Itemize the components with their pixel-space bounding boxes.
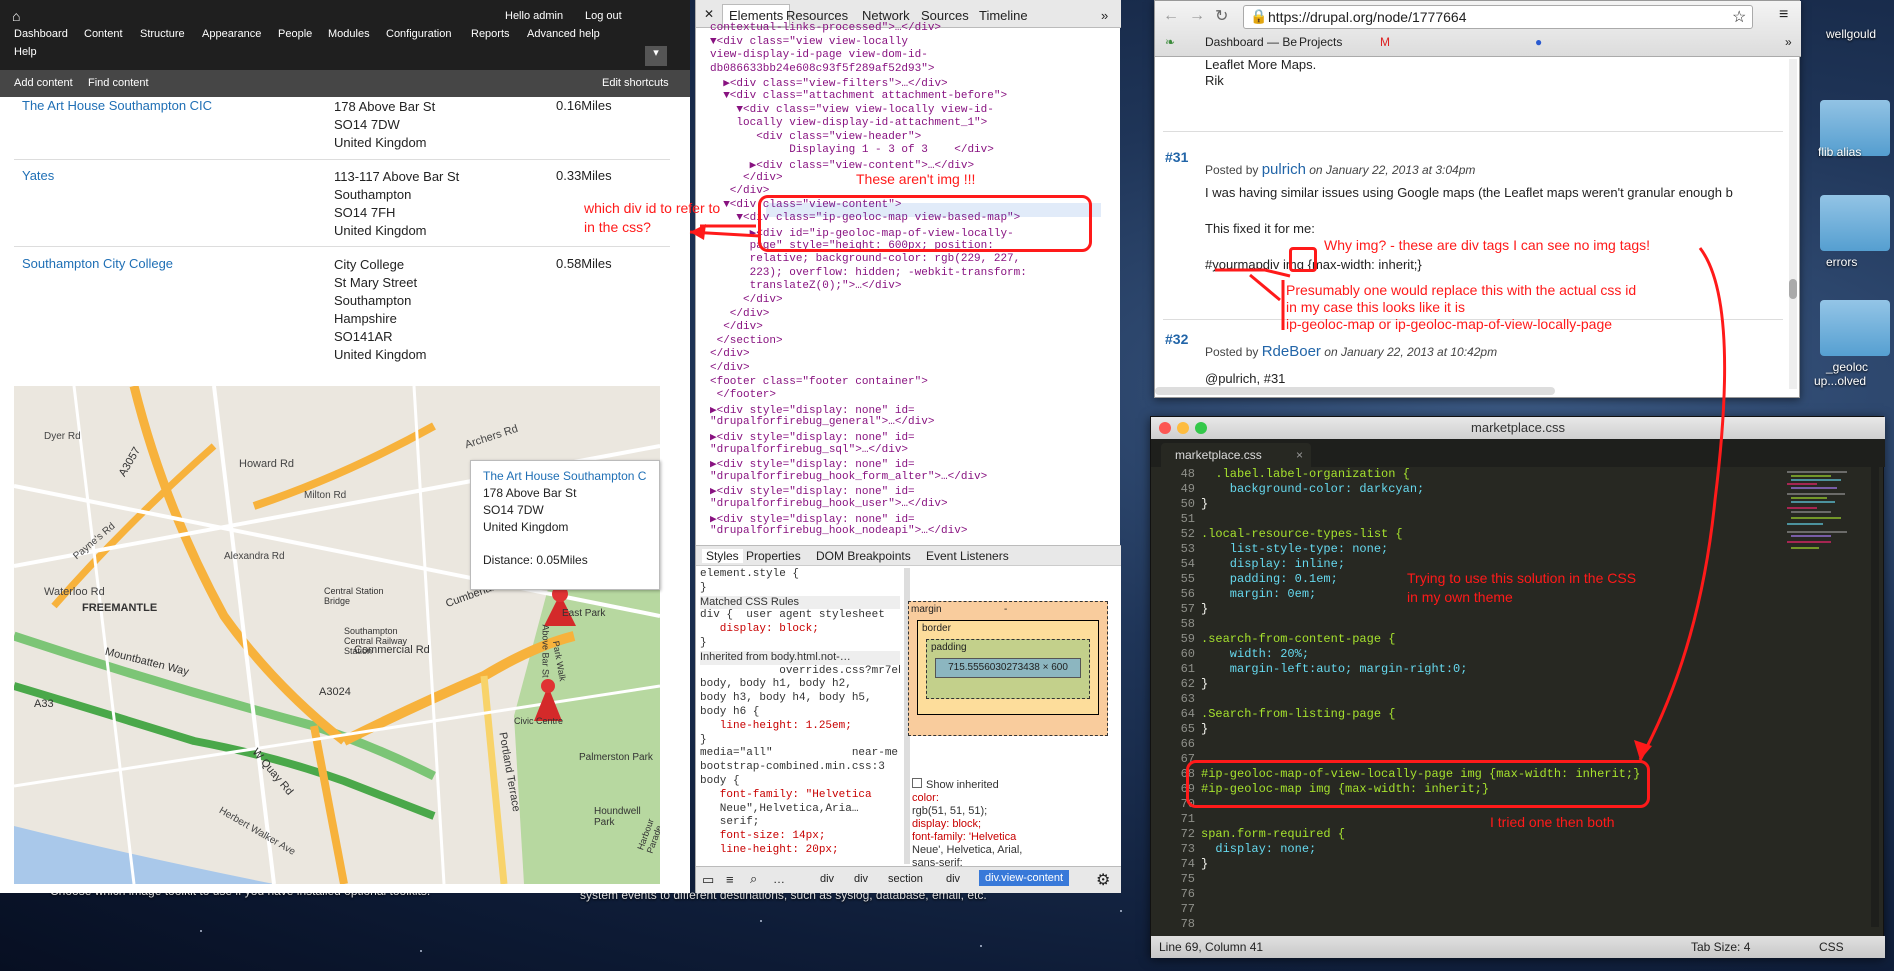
arrow-line <box>1249 273 1281 302</box>
arrowhead <box>690 224 706 240</box>
annotation-text: I tried one then both <box>1490 814 1615 830</box>
annotation-text: in the css? <box>584 219 651 235</box>
annotation-box <box>758 195 1092 252</box>
annotation-text: Trying to use this solution in the CSS <box>1407 570 1637 586</box>
annotation-text: in my own theme <box>1407 589 1513 605</box>
annotation-text: ip-geoloc-map or ip-geoloc-map-of-view-l… <box>1286 316 1613 332</box>
annotation-box <box>1289 247 1317 272</box>
annotation-text: These aren't img !!! <box>856 171 976 187</box>
annotation-box <box>1186 760 1650 808</box>
annotation-text: Why img? - these are div tags I can see … <box>1324 237 1651 253</box>
arrow-line <box>1264 268 1291 278</box>
arrow-line <box>1638 247 1727 761</box>
annotation-text: which div id to refer to <box>584 200 721 216</box>
annotation-text: Presumably one would replace this with t… <box>1286 282 1637 298</box>
annotation-text: in my case this looks like it is <box>1286 299 1465 315</box>
